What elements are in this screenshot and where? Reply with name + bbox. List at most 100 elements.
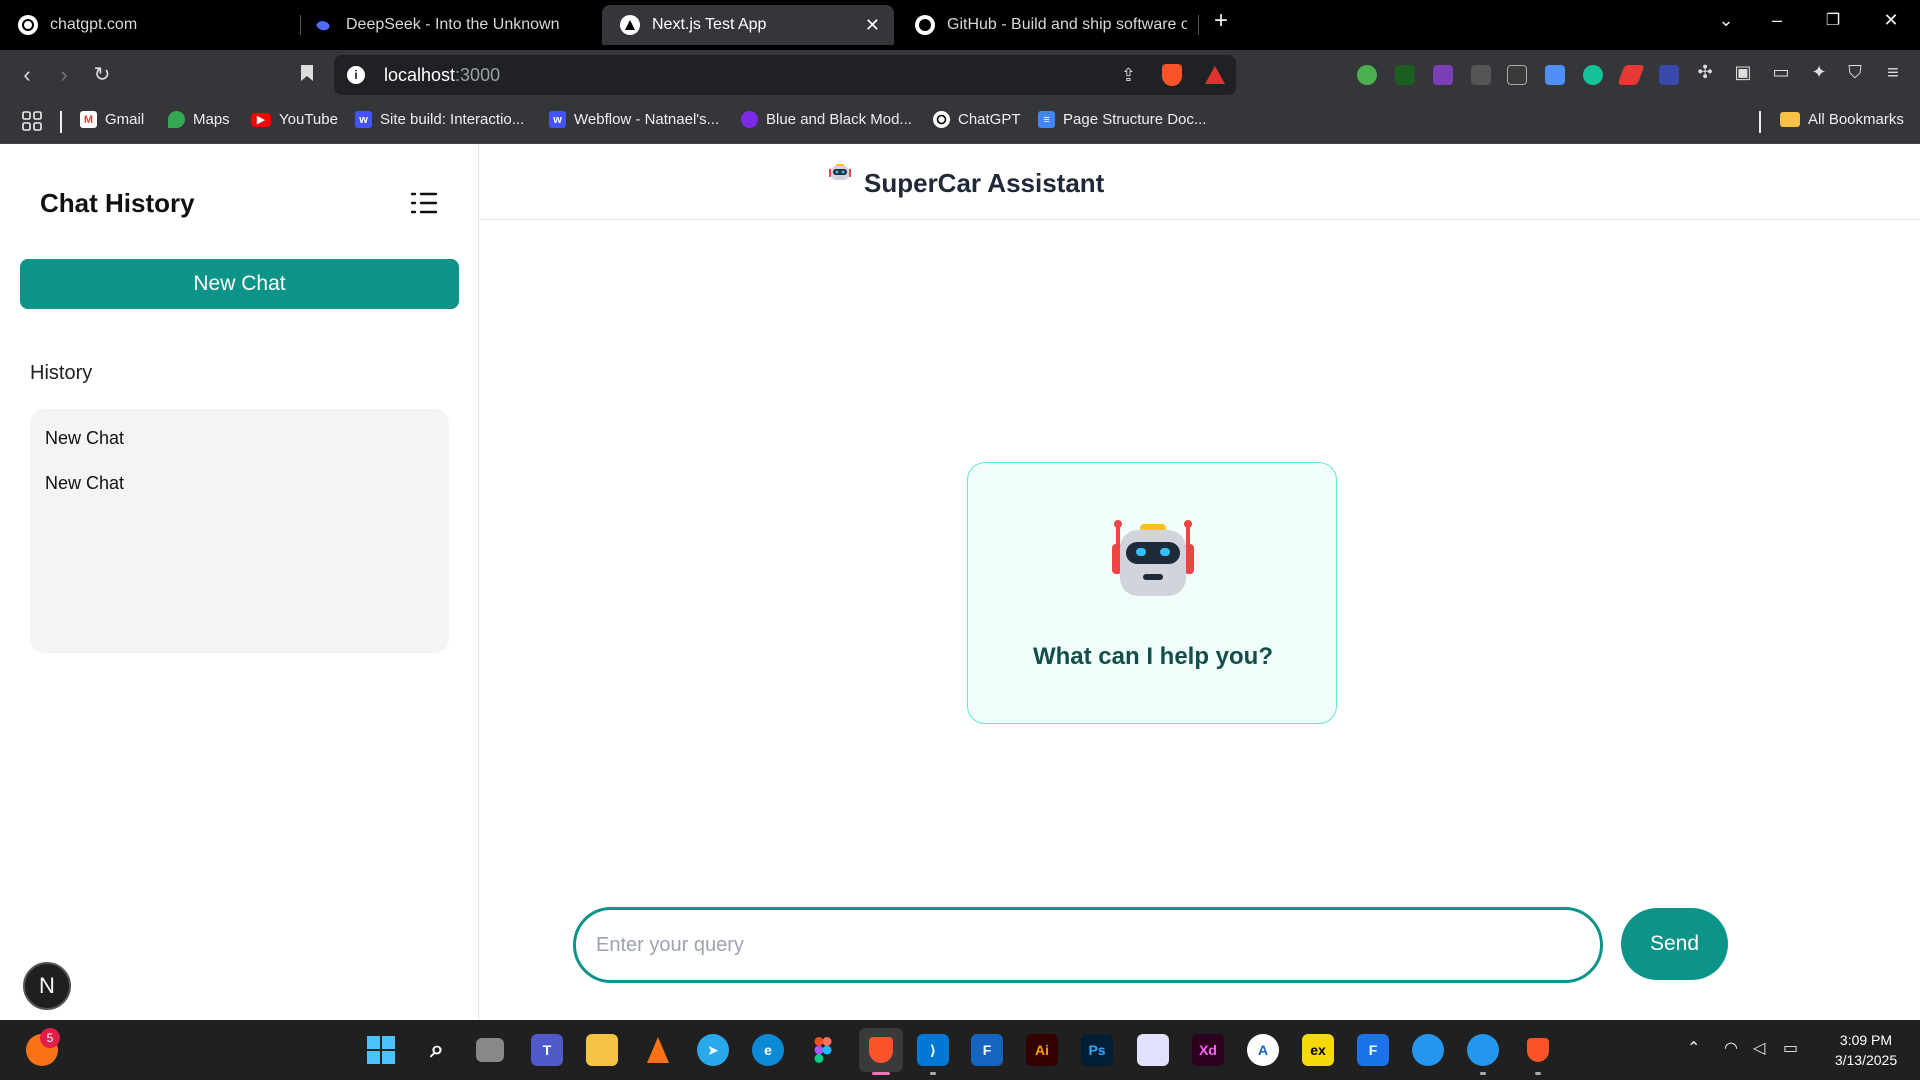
apps-grid-icon[interactable] xyxy=(22,111,42,131)
bookmark-youtube[interactable]: ▶ YouTube xyxy=(251,111,338,128)
windows-start-icon[interactable] xyxy=(365,1034,397,1066)
grammarly-icon[interactable] xyxy=(1583,65,1603,85)
tab-chatgpt[interactable]: chatgpt.com xyxy=(0,5,300,45)
xd-icon[interactable]: Xd xyxy=(1192,1034,1224,1066)
battery-icon[interactable]: ▭ xyxy=(1783,1038,1798,1058)
extension-bw-icon[interactable] xyxy=(1395,65,1415,85)
app-icon[interactable] xyxy=(1137,1034,1169,1066)
tab-deepseek[interactable]: DeepSeek - Into the Unknown xyxy=(296,5,596,45)
ex-app-icon[interactable]: ex xyxy=(1302,1034,1334,1066)
brave-rewards-icon[interactable] xyxy=(1204,65,1226,90)
reload-icon[interactable]: ↻ xyxy=(88,62,116,87)
bookmark-webflow[interactable]: w Webflow - Natnael's... xyxy=(549,111,719,128)
back-icon[interactable]: ‹ xyxy=(13,62,41,88)
history-item[interactable]: New Chat xyxy=(45,425,434,470)
app-root: Chat History New Chat History New Chat N… xyxy=(0,144,1920,1020)
wallet-icon[interactable]: ▭ xyxy=(1767,62,1795,83)
address-bar[interactable]: i localhost:3000 ⇪ xyxy=(334,55,1236,95)
welcome-message: What can I help you? xyxy=(1032,643,1273,670)
bookmark-chatgpt[interactable]: ChatGPT xyxy=(933,111,1021,128)
bookmark-label: Maps xyxy=(193,111,230,128)
file-explorer-icon[interactable] xyxy=(586,1034,618,1066)
task-view-icon[interactable] xyxy=(476,1038,504,1062)
figma-icon[interactable] xyxy=(807,1034,839,1066)
close-window-icon[interactable]: ✕ xyxy=(1876,10,1906,31)
welcome-card: What can I help you? xyxy=(967,462,1337,724)
clock-date: 3/13/2025 xyxy=(1834,1052,1898,1068)
extension-window-icon[interactable] xyxy=(1659,65,1679,85)
bookmark-label: Page Structure Doc... xyxy=(1063,111,1207,128)
extensions-puzzle-icon[interactable]: ✣ xyxy=(1691,62,1719,83)
framer-icon[interactable]: F xyxy=(971,1034,1003,1066)
extension-plus-icon[interactable] xyxy=(1357,65,1377,85)
youtube-icon: ▶ xyxy=(251,112,271,127)
extension-hand-icon[interactable] xyxy=(1471,65,1491,85)
tab-search-chevron-icon[interactable]: ⌄ xyxy=(1711,10,1741,31)
send-button[interactable]: Send xyxy=(1621,908,1728,980)
f-app-icon[interactable]: F xyxy=(1357,1034,1389,1066)
extension-grid-icon[interactable] xyxy=(1507,65,1527,85)
chatgpt-icon xyxy=(18,15,38,35)
bookmark-maps[interactable]: Maps xyxy=(168,111,230,128)
show-hidden-icons-chevron-icon[interactable]: ⌃ xyxy=(1687,1038,1700,1058)
brave-beta-icon[interactable] xyxy=(1522,1034,1554,1066)
forward-icon[interactable]: › xyxy=(50,62,78,88)
notification-badge: 5 xyxy=(40,1028,60,1048)
docker-icon[interactable] xyxy=(1412,1034,1444,1066)
illustrator-icon[interactable]: Ai xyxy=(1026,1034,1058,1066)
list-menu-icon[interactable] xyxy=(410,190,438,216)
minimize-icon[interactable]: – xyxy=(1762,10,1792,31)
bookmark-site-build[interactable]: w Site build: Interactio... xyxy=(355,111,524,128)
new-tab-icon[interactable]: + xyxy=(1206,7,1236,35)
browser-menu-icon[interactable]: ≡ xyxy=(1879,62,1907,85)
brave-shields-icon[interactable] xyxy=(1162,64,1182,86)
brave-taskbar-icon[interactable] xyxy=(859,1028,903,1072)
volume-icon[interactable]: ◁ xyxy=(1753,1038,1765,1058)
tab-github[interactable]: GitHub - Build and ship software on xyxy=(897,5,1197,45)
sidebar-toggle-icon[interactable]: ▣ xyxy=(1729,62,1757,83)
history-heading: History xyxy=(30,362,93,384)
leo-ai-icon[interactable]: ✦ xyxy=(1805,62,1833,83)
photoshop-icon[interactable]: Ps xyxy=(1081,1034,1113,1066)
app-store-icon[interactable]: A xyxy=(1247,1034,1279,1066)
history-item[interactable]: New Chat xyxy=(45,470,434,515)
extension-pen-icon[interactable] xyxy=(1617,65,1645,85)
bookmark-page-structure[interactable]: ≡ Page Structure Doc... xyxy=(1038,111,1206,128)
telegram-icon[interactable]: ➤ xyxy=(697,1034,729,1066)
vlc-icon[interactable] xyxy=(642,1034,674,1066)
wifi-icon[interactable]: ◠ xyxy=(1724,1038,1738,1058)
restore-icon[interactable]: ❐ xyxy=(1818,10,1848,30)
all-bookmarks-label: All Bookmarks xyxy=(1808,111,1904,128)
robot-icon xyxy=(1110,518,1196,598)
extension-s-icon[interactable] xyxy=(1433,65,1453,85)
nextjs-dev-indicator[interactable]: N xyxy=(23,962,71,1010)
edge-icon[interactable]: e xyxy=(752,1034,784,1066)
extension-file-icon[interactable] xyxy=(1545,65,1565,85)
browser-toolbar: ‹ › ↻ i localhost:3000 ⇪ ✣ ▣ ▭ ✦ ⛉ ≡ xyxy=(0,50,1920,100)
canva-icon xyxy=(741,111,758,128)
new-chat-button[interactable]: New Chat xyxy=(20,259,459,309)
share-icon[interactable]: ⇪ xyxy=(1121,65,1136,86)
docker-desktop-icon[interactable] xyxy=(1467,1034,1499,1066)
running-app-indicator xyxy=(930,1072,936,1075)
search-icon[interactable]: ⌕ xyxy=(421,1034,453,1066)
bookmark-label: YouTube xyxy=(279,111,338,128)
vscode-icon[interactable]: ⟩ xyxy=(917,1034,949,1066)
bookmark-label: Gmail xyxy=(105,111,145,128)
bookmark-gmail[interactable]: M Gmail xyxy=(80,111,144,128)
close-tab-icon[interactable]: ✕ xyxy=(865,15,880,36)
vpn-shield-icon[interactable]: ⛉ xyxy=(1841,62,1869,83)
system-clock[interactable]: 3:09 PM 3/13/2025 xyxy=(1822,1030,1910,1070)
chat-header: SuperCar Assistant xyxy=(480,144,1920,220)
tab-nextjs[interactable]: Next.js Test App ✕ xyxy=(602,5,894,45)
all-bookmarks-button[interactable]: All Bookmarks xyxy=(1780,111,1904,128)
bookmark-icon[interactable] xyxy=(293,62,321,88)
site-info-icon[interactable]: i xyxy=(347,66,365,84)
app-title: SuperCar Assistant xyxy=(864,168,1105,198)
running-app-indicator xyxy=(1480,1072,1486,1075)
docs-icon: ≡ xyxy=(1038,111,1055,128)
bookmark-canva[interactable]: Blue and Black Mod... xyxy=(741,111,912,128)
bookmarks-bar: M Gmail Maps ▶ YouTube w Site build: Intera… xyxy=(0,100,1920,144)
teams-icon[interactable]: T xyxy=(531,1034,563,1066)
query-input[interactable] xyxy=(573,907,1603,983)
